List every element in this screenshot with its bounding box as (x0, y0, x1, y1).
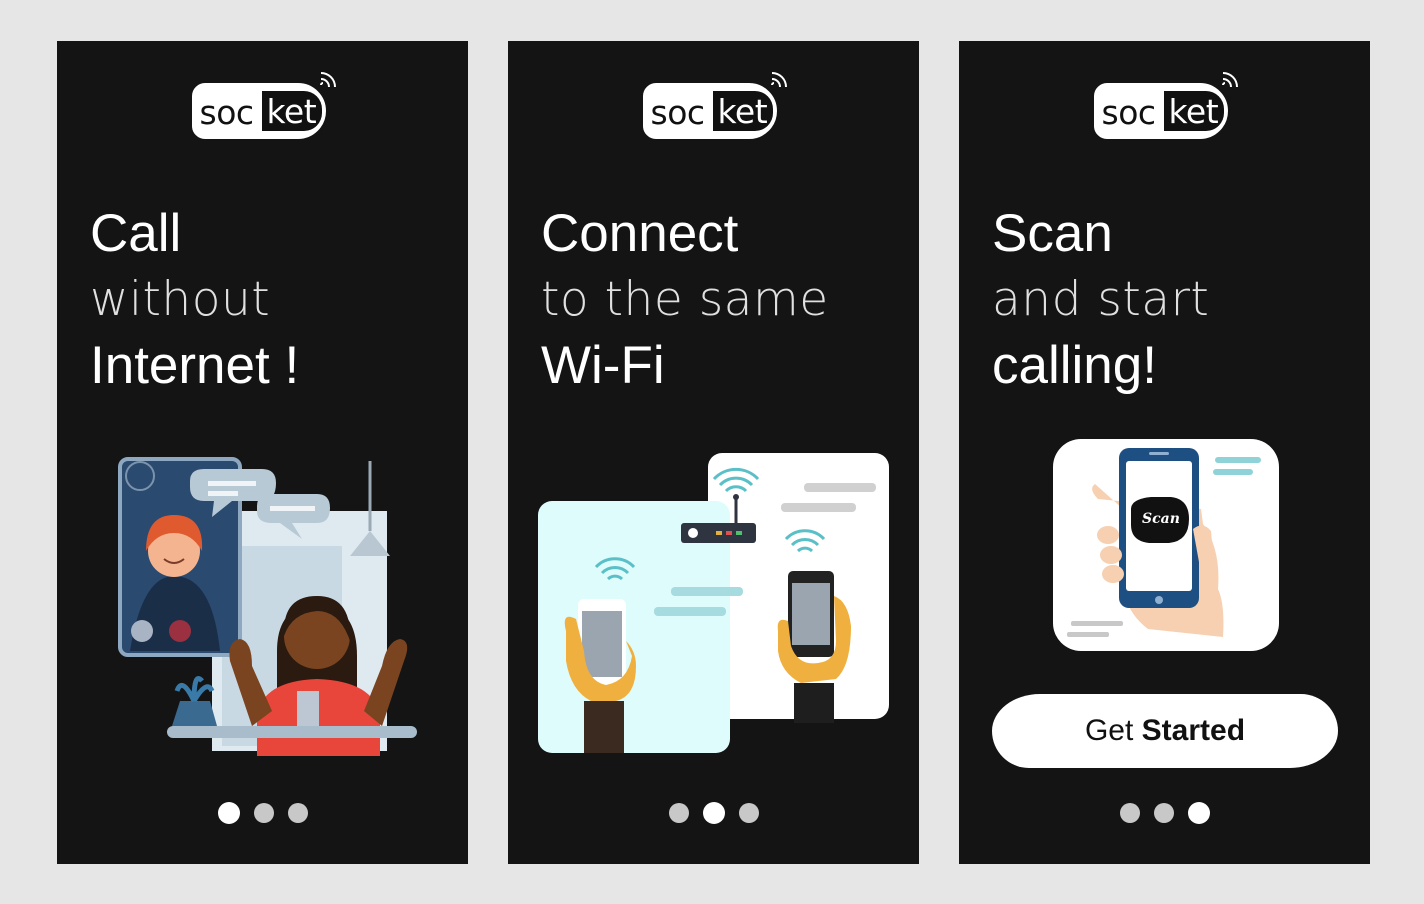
headline-line-3: Wi-Fi (541, 336, 665, 395)
page-indicator (959, 801, 1370, 825)
page-dot-2[interactable] (1153, 803, 1174, 823)
logo-text-soc: soc (1101, 93, 1157, 132)
headline-line-2: without (90, 272, 271, 327)
headline-line-1: Call (90, 204, 182, 263)
get-started-button[interactable]: Get Started (992, 694, 1338, 768)
socket-logo: soc ket (1085, 65, 1245, 145)
page-dot-1[interactable] (668, 803, 689, 823)
logo-text-ket: ket (261, 91, 323, 131)
page-dot-2[interactable] (702, 802, 725, 824)
page-dot-3[interactable] (287, 803, 308, 823)
onboarding-screen-2: soc ket Connect to the same Wi-Fi (508, 41, 919, 864)
headline: Call without Internet ! (90, 201, 299, 399)
headline-line-3: Internet ! (90, 336, 300, 395)
wifi-signal-icon (319, 72, 336, 88)
wifi-signal-icon (770, 72, 787, 88)
page-dot-3[interactable] (1187, 802, 1210, 824)
scan-bubble-label: Scan (1142, 511, 1180, 527)
page-indicator (508, 801, 919, 825)
page-dot-1[interactable] (217, 802, 240, 824)
page-dot-3[interactable] (738, 803, 759, 823)
logo-text-ket: ket (1163, 91, 1225, 131)
page-indicator (57, 801, 468, 825)
headline-line-1: Connect (541, 204, 739, 263)
page-dot-2[interactable] (253, 803, 274, 823)
scan-phone-illustration (1053, 439, 1279, 651)
onboarding-screen-3: soc ket Scan and start calling! Scan Get… (959, 41, 1370, 864)
wifi-signal-icon (1221, 72, 1238, 88)
socket-logo: soc ket (634, 65, 794, 145)
headline-line-2: to the same (541, 272, 829, 327)
button-label-prefix: Get (1084, 714, 1142, 747)
page-dot-1[interactable] (1119, 803, 1140, 823)
headline-line-1: Scan (992, 204, 1113, 263)
headline-line-3: calling! (992, 336, 1157, 395)
socket-logo: soc ket (183, 65, 343, 145)
logo-text-soc: soc (199, 93, 255, 132)
button-label-bold: Started (1141, 714, 1246, 747)
video-call-illustration (118, 457, 417, 756)
same-wifi-illustration (538, 453, 889, 753)
logo-text-ket: ket (712, 91, 774, 131)
headline: Scan and start calling! (992, 201, 1209, 399)
headline-line-2: and start (992, 272, 1210, 327)
headline: Connect to the same Wi-Fi (541, 201, 829, 399)
onboarding-screen-1: soc ket Call without Internet ! (57, 41, 468, 864)
logo-text-soc: soc (650, 93, 706, 132)
